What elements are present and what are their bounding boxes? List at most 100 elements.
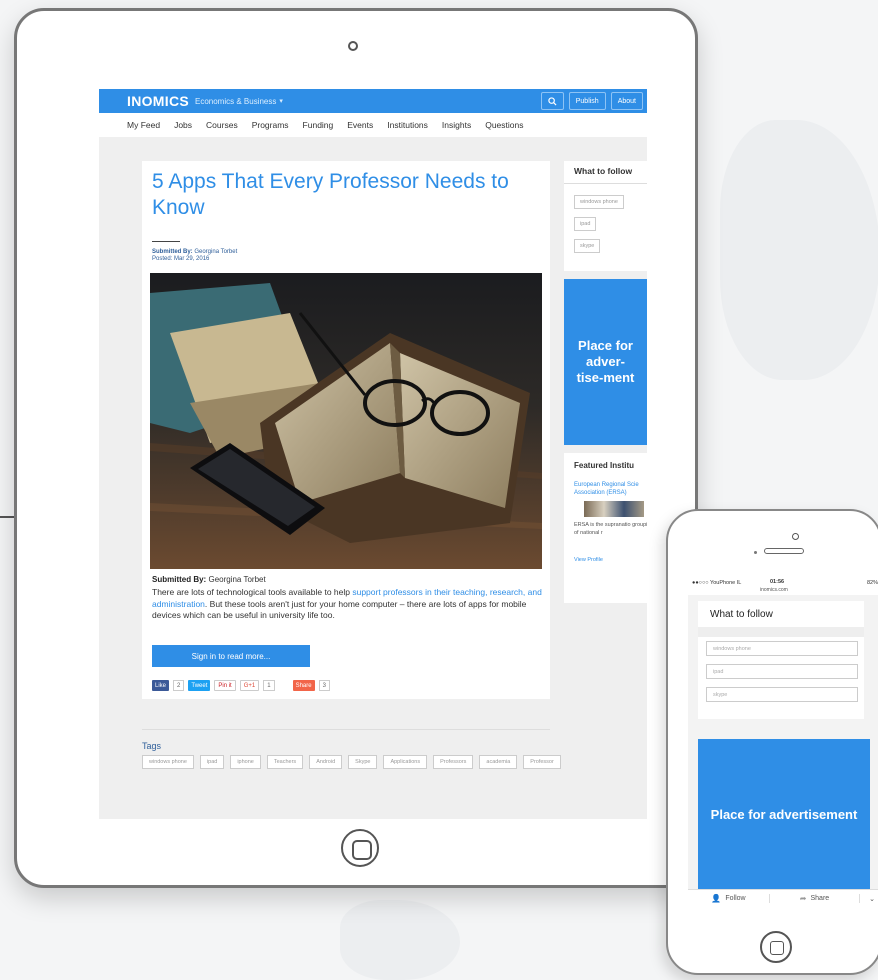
tag-item[interactable]: Applications — [383, 755, 428, 769]
tag-item[interactable]: iphone — [230, 755, 261, 769]
search-button[interactable] — [540, 92, 564, 110]
tag-item[interactable]: academia — [479, 755, 518, 769]
nav-item-my-feed[interactable]: My Feed — [127, 120, 160, 130]
follow-chip[interactable]: windows phone — [706, 641, 858, 656]
article-byline: Submitted By: Georgina Torbet — [152, 249, 237, 255]
divider — [142, 729, 550, 730]
chevron-down-icon[interactable]: ⌄ — [860, 895, 878, 903]
nav-item-courses[interactable]: Courses — [206, 120, 238, 130]
tag-item[interactable]: ipad — [199, 755, 225, 769]
article-image — [150, 273, 542, 569]
clock: 01:56 — [770, 579, 785, 585]
nav-item-institutions[interactable]: Institutions — [387, 120, 428, 130]
tag-list: windows phone ipad iphone Teachers Andro… — [142, 755, 562, 769]
tag-item[interactable]: windows phone — [142, 755, 194, 769]
status-bar: ●●○○○ YouPhone IL 01:56 inomics.com 82% — [688, 577, 878, 595]
view-profile-link[interactable]: View Profile — [574, 557, 603, 563]
divider — [152, 241, 180, 242]
main-nav: My Feed Jobs Courses Programs Funding Ev… — [99, 113, 647, 137]
nav-item-programs[interactable]: Programs — [252, 120, 289, 130]
tag-item[interactable]: Professors — [433, 755, 474, 769]
institution-link[interactable]: European Regional Scie Association (ERSA… — [574, 481, 647, 497]
panel-title: What to follow — [710, 609, 773, 620]
gplus-count: 1 — [263, 680, 275, 691]
tweet-button[interactable]: Tweet — [188, 680, 211, 691]
tags-title: Tags — [142, 741, 162, 751]
publish-button[interactable]: Publish — [568, 92, 606, 110]
home-button[interactable] — [760, 931, 792, 963]
share-count: 3 — [318, 680, 330, 691]
article-card: 5 Apps That Every Professor Needs to Kno… — [142, 161, 550, 699]
advertisement-placeholder: Place for advertisement — [698, 739, 870, 889]
follow-button[interactable]: 👤 Follow — [688, 894, 770, 903]
tablet-device: INOMICS Economics & Business ▾ Publish A… — [14, 8, 698, 888]
pinterest-button[interactable]: Pin it — [214, 680, 236, 691]
follow-chip[interactable]: ipad — [574, 217, 597, 231]
follow-chip[interactable]: skype — [574, 239, 601, 253]
nav-item-questions[interactable]: Questions — [485, 120, 523, 130]
carrier-label: ●●○○○ YouPhone IL — [692, 580, 742, 586]
sensor-dot — [754, 551, 757, 554]
url-bar[interactable]: inomics.com — [760, 587, 788, 593]
submitted-label: Submitted By: — [152, 575, 207, 584]
what-to-follow-panel: What to follow windows phone ipad skype — [564, 161, 647, 271]
about-button[interactable]: About — [610, 92, 643, 110]
divider — [698, 627, 864, 637]
tag-item[interactable]: Android — [309, 755, 343, 769]
camera-icon — [792, 533, 799, 540]
follow-chip[interactable]: ipad — [706, 664, 858, 679]
advertisement-placeholder: Place for adver-tise-ment — [564, 279, 647, 445]
nav-item-insights[interactable]: Insights — [442, 120, 471, 130]
topbar-actions: Publish About — [540, 92, 643, 110]
panel-title: What to follow — [574, 166, 633, 176]
google-plus-button[interactable]: G+1 — [239, 680, 260, 691]
phone-screen: ●●○○○ YouPhone IL 01:56 inomics.com 82% … — [688, 577, 878, 907]
institution-description: ERSA is the supranatio grouping of natio… — [574, 522, 647, 536]
share-button[interactable]: ➦ Share — [770, 894, 860, 903]
chevron-down-icon: ▾ — [279, 98, 283, 105]
excerpt-text-1: There are lots of technological tools av… — [152, 587, 353, 597]
article-date: Posted: Mar 29, 2016 — [152, 256, 210, 262]
facebook-like-button[interactable]: Like — [152, 680, 170, 691]
phone-device: ●●○○○ YouPhone IL 01:56 inomics.com 82% … — [666, 509, 878, 975]
follow-chip[interactable]: skype — [706, 687, 858, 702]
what-to-follow-panel: What to follow windows phone ipad skype — [698, 601, 864, 719]
home-button[interactable] — [341, 829, 379, 867]
action-bar: 👤 Follow ➦ Share ⌄ — [688, 889, 878, 907]
user-icon: 👤 — [711, 894, 722, 903]
share-label: Share — [810, 895, 830, 902]
battery-indicator: 82% — [866, 580, 878, 586]
top-bar: INOMICS Economics & Business ▾ Publish A… — [99, 89, 647, 113]
article-title: 5 Apps That Every Professor Needs to Kno… — [152, 170, 509, 219]
divider — [564, 183, 647, 184]
share-bar: Like 2 Tweet Pin it G+1 1 Share 3 — [152, 680, 330, 691]
byline-label: Submitted By: — [152, 249, 193, 255]
follow-label: Follow — [725, 895, 746, 902]
nav-item-funding[interactable]: Funding — [303, 120, 334, 130]
share-icon: ➦ — [799, 894, 807, 903]
tablet-screen: INOMICS Economics & Business ▾ Publish A… — [99, 89, 647, 819]
byline-author[interactable]: Georgina Torbet — [194, 249, 237, 255]
submitted-by: Submitted By: Georgina Torbet — [152, 575, 266, 584]
camera-icon — [348, 41, 358, 51]
search-icon — [548, 96, 557, 106]
tag-item[interactable]: Skype — [348, 755, 378, 769]
panel-title: Featured Institu — [574, 461, 635, 470]
site-logo[interactable]: INOMICS — [127, 93, 189, 109]
submitted-author[interactable]: Georgina Torbet — [208, 575, 265, 584]
tag-item[interactable]: Teachers — [266, 755, 304, 769]
share-button[interactable]: Share — [292, 680, 315, 691]
featured-institution-panel: Featured Institu European Regional Scie … — [564, 453, 647, 603]
background-map-shape — [340, 900, 460, 980]
article-excerpt: There are lots of technological tools av… — [152, 587, 544, 622]
nav-item-events[interactable]: Events — [347, 120, 373, 130]
follow-chip[interactable]: windows phone — [574, 195, 624, 209]
speaker-grille — [764, 548, 804, 554]
nav-item-jobs[interactable]: Jobs — [174, 120, 192, 130]
sign-in-button[interactable]: Sign in to read more... — [152, 645, 310, 667]
like-count: 2 — [173, 680, 185, 691]
background-map-shape — [720, 120, 878, 380]
institution-image — [584, 501, 644, 517]
section-selector[interactable]: Economics & Business — [195, 97, 276, 106]
tag-item[interactable]: Professor — [523, 755, 561, 769]
